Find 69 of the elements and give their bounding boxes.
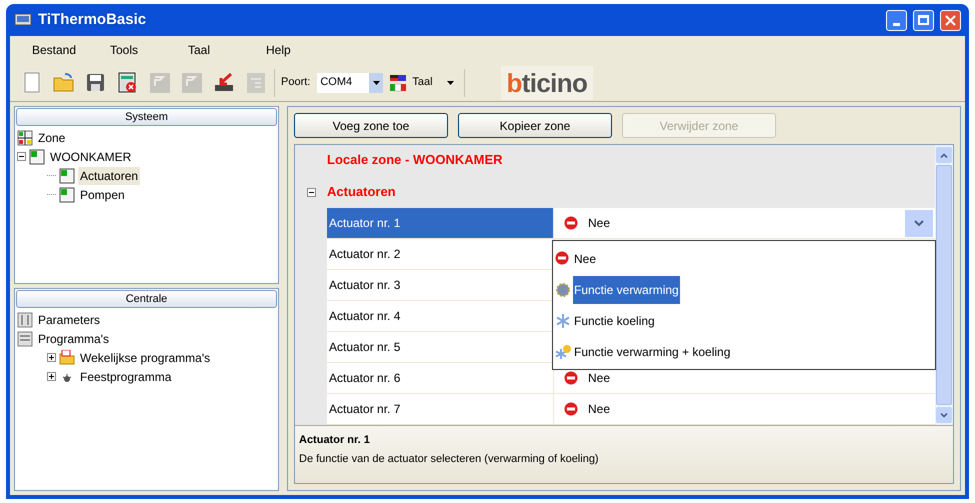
dropdown-option[interactable]: Functie verwarming — [573, 276, 680, 304]
menu-item[interactable]: Bestand — [22, 41, 96, 59]
row-label[interactable]: Actuator nr. 6 — [327, 363, 554, 393]
sliders-icon — [17, 312, 33, 328]
menu-item[interactable]: Tools — [100, 41, 174, 59]
tree-item[interactable]: WOONKAMER — [48, 148, 134, 166]
tree-item[interactable]: Zone — [36, 128, 68, 146]
scroll-up-button[interactable] — [936, 147, 952, 163]
snowflake-icon — [555, 312, 571, 328]
folder-icon[interactable] — [52, 70, 76, 94]
no-entry-icon — [555, 250, 571, 266]
scrollbar-thumb[interactable] — [936, 165, 952, 405]
chevron-down-icon — [940, 412, 948, 418]
maximize-button[interactable] — [913, 10, 934, 30]
calendar-folder-icon — [59, 350, 75, 366]
row-label[interactable]: Actuator nr. 5 — [327, 332, 554, 362]
collapse-icon[interactable] — [17, 152, 26, 161]
app-icon — [14, 13, 32, 27]
window-icon — [17, 330, 33, 346]
expand-icon[interactable] — [47, 372, 56, 381]
grid-icon — [17, 130, 33, 146]
menu-item[interactable]: Help — [256, 41, 330, 59]
action-button[interactable]: Voeg zone toe — [294, 113, 448, 138]
square-icon — [59, 168, 75, 184]
logo: bticino — [500, 66, 594, 100]
panel-header[interactable]: Centrale — [16, 290, 277, 308]
square-icon — [29, 148, 45, 164]
tree-item[interactable]: Programma's — [36, 330, 111, 348]
tree-item[interactable]: Actuatoren — [78, 166, 140, 184]
minimize-button[interactable] — [886, 10, 907, 30]
panel-header[interactable]: Systeem — [16, 108, 277, 126]
row-label[interactable]: Actuator nr. 1 — [327, 208, 554, 238]
action-button[interactable]: Kopieer zone — [458, 113, 612, 138]
description-text: De functie van de actuator selecteren (verwarming of koeling) — [299, 452, 600, 466]
dropdown-option[interactable]: Functie koeling — [573, 306, 656, 334]
collapse-icon[interactable] — [306, 188, 316, 196]
tree-item[interactable]: Pompen — [78, 186, 127, 204]
flags-icon — [390, 74, 406, 92]
tree-item[interactable]: Parameters — [36, 310, 102, 328]
chevron-up-icon — [940, 152, 948, 158]
close-button[interactable] — [940, 10, 961, 30]
sun-snowflake-icon — [555, 344, 571, 360]
row-label[interactable]: Actuator nr. 7 — [327, 394, 554, 424]
square-icon — [59, 186, 75, 202]
close-icon — [945, 14, 956, 26]
chevron-down-icon — [914, 220, 924, 226]
row-label[interactable]: Actuator nr. 4 — [327, 301, 554, 331]
language-dropdown[interactable]: Taal — [412, 68, 465, 96]
port-label: Poort: — [281, 75, 310, 90]
no-entry-icon — [564, 402, 578, 416]
tree-item[interactable]: Wekelijkse programma's — [78, 348, 212, 366]
gear-icon — [555, 282, 571, 298]
dropdown-arrow-button[interactable] — [905, 210, 933, 236]
dropdown-option[interactable]: Nee — [573, 244, 598, 272]
category-label: Actuatoren — [327, 182, 396, 201]
window-title: TiThermoBasic — [38, 10, 146, 30]
menu-item[interactable]: Taal — [178, 41, 252, 59]
caret-icon — [372, 80, 380, 84]
description-title: Actuator nr. 1 — [299, 433, 371, 448]
port-dropdown[interactable]: COM4 — [316, 72, 384, 94]
zone-heading: Locale zone - WOONKAMER — [327, 151, 503, 170]
no-entry-icon — [564, 216, 578, 230]
row-label[interactable]: Actuator nr. 3 — [327, 270, 554, 300]
scroll-down-button[interactable] — [936, 407, 952, 423]
caret-icon — [446, 80, 454, 84]
dropdown-option[interactable]: Functie verwarming + koeling — [573, 338, 732, 366]
row-label[interactable]: Actuator nr. 2 — [327, 239, 554, 269]
tree-item[interactable]: Feestprogramma — [78, 368, 174, 386]
expand-icon[interactable] — [47, 353, 56, 362]
